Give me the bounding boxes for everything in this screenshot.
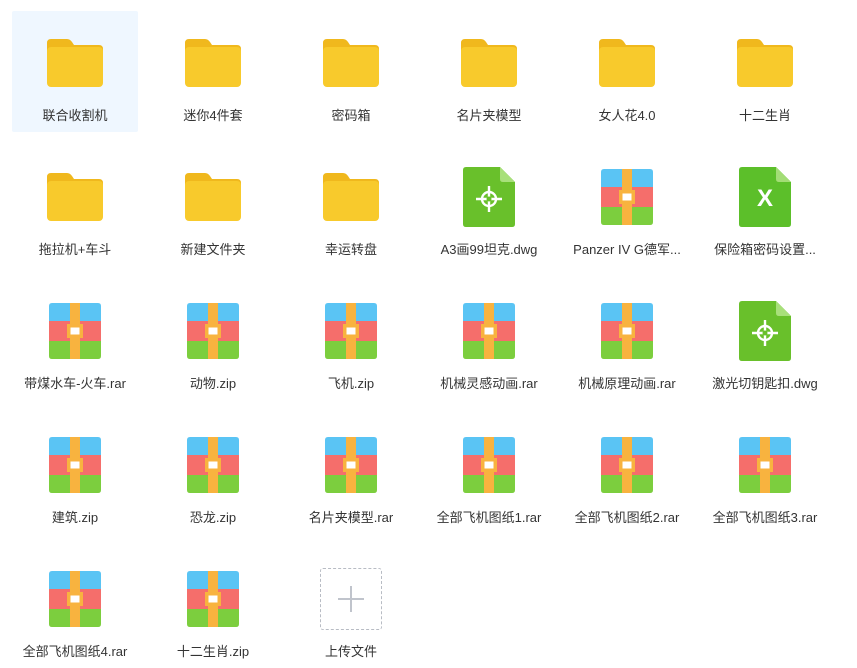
folder-icon [702, 33, 828, 93]
file-item[interactable]: 拖拉机+车斗 [12, 145, 138, 266]
folder-icon [150, 167, 276, 227]
file-item[interactable]: 幸运转盘 [288, 145, 414, 266]
file-item[interactable]: X 保险箱密码设置... [702, 145, 828, 266]
file-item[interactable]: 十二生肖 [702, 11, 828, 132]
file-item[interactable]: 全部飞机图纸2.rar [564, 413, 690, 534]
file-item[interactable]: 带煤水车-火车.rar [12, 279, 138, 400]
archive-file-icon [12, 435, 138, 495]
upload-file-button[interactable]: 上传文件 [288, 547, 414, 668]
archive-file-icon [564, 435, 690, 495]
file-name: 带煤水车-火车.rar [24, 376, 126, 391]
file-item[interactable]: 联合收割机 [12, 11, 138, 132]
dwg-file-icon [702, 301, 828, 361]
file-name: 全部飞机图纸4.rar [22, 644, 128, 659]
archive-file-icon [12, 301, 138, 361]
file-item[interactable]: 激光切钥匙扣.dwg [702, 279, 828, 400]
archive-file-icon [150, 435, 276, 495]
file-name: 名片夹模型 [456, 108, 522, 123]
archive-file-icon [564, 301, 690, 361]
archive-file-icon [12, 569, 138, 629]
file-name: 拖拉机+车斗 [38, 242, 112, 257]
folder-icon [12, 167, 138, 227]
file-item[interactable]: 新建文件夹 [150, 145, 276, 266]
file-item[interactable]: 建筑.zip [12, 413, 138, 534]
plus-icon [320, 568, 382, 630]
file-name: 名片夹模型.rar [308, 510, 394, 525]
file-item[interactable]: 全部飞机图纸3.rar [702, 413, 828, 534]
file-item[interactable]: A3画99坦克.dwg [426, 145, 552, 266]
file-grid: 联合收割机 迷你4件套 密码箱 名片夹模型 女人花4.0 十二生肖 拖拉机+车斗… [12, 11, 852, 667]
file-item[interactable]: 名片夹模型.rar [288, 413, 414, 534]
file-name: 十二生肖 [738, 108, 791, 123]
folder-icon [288, 33, 414, 93]
folder-icon [564, 33, 690, 93]
excel-file-icon: X [702, 167, 828, 227]
file-name: 联合收割机 [42, 108, 108, 123]
file-name: 十二生肖.zip [176, 644, 250, 659]
file-name: 密码箱 [331, 108, 371, 123]
archive-file-icon [426, 301, 552, 361]
file-name: 恐龙.zip [189, 510, 237, 525]
dwg-file-icon [426, 167, 552, 227]
folder-icon [150, 33, 276, 93]
upload-box [288, 568, 414, 630]
folder-icon [12, 33, 138, 93]
archive-file-icon [288, 301, 414, 361]
file-item[interactable]: 飞机.zip [288, 279, 414, 400]
excel-glyph: X [757, 185, 773, 212]
file-item[interactable]: 全部飞机图纸1.rar [426, 413, 552, 534]
file-name: 激光切钥匙扣.dwg [712, 376, 818, 391]
upload-label: 上传文件 [324, 644, 377, 659]
archive-file-icon [288, 435, 414, 495]
archive-file-icon [150, 569, 276, 629]
file-name: 全部飞机图纸2.rar [574, 510, 680, 525]
file-name: 保险箱密码设置... [714, 242, 816, 257]
file-name: 全部飞机图纸3.rar [712, 510, 818, 525]
file-name: 全部飞机图纸1.rar [436, 510, 542, 525]
file-name: 建筑.zip [51, 510, 99, 525]
file-name: 机械灵感动画.rar [440, 376, 538, 391]
file-item[interactable]: Panzer IV G德军... [564, 145, 690, 266]
file-name: 飞机.zip [327, 376, 375, 391]
file-name: Panzer IV G德军... [573, 242, 681, 257]
file-item[interactable]: 机械灵感动画.rar [426, 279, 552, 400]
file-item[interactable]: 动物.zip [150, 279, 276, 400]
file-name: 新建文件夹 [180, 242, 246, 257]
file-item[interactable]: 名片夹模型 [426, 11, 552, 132]
file-item[interactable]: 迷你4件套 [150, 11, 276, 132]
file-name: A3画99坦克.dwg [440, 242, 538, 257]
file-item[interactable]: 恐龙.zip [150, 413, 276, 534]
file-name: 女人花4.0 [598, 108, 656, 123]
folder-icon [426, 33, 552, 93]
file-name: 动物.zip [189, 376, 237, 391]
file-item[interactable]: 女人花4.0 [564, 11, 690, 132]
archive-file-icon [702, 435, 828, 495]
file-item[interactable]: 全部飞机图纸4.rar [12, 547, 138, 668]
archive-file-icon [150, 301, 276, 361]
file-item[interactable]: 十二生肖.zip [150, 547, 276, 668]
archive-file-icon [426, 435, 552, 495]
file-item[interactable]: 密码箱 [288, 11, 414, 132]
folder-icon [288, 167, 414, 227]
file-item[interactable]: 机械原理动画.rar [564, 279, 690, 400]
archive-file-icon [564, 167, 690, 227]
file-name: 迷你4件套 [183, 108, 243, 123]
file-name: 机械原理动画.rar [578, 376, 676, 391]
file-name: 幸运转盘 [324, 242, 377, 257]
